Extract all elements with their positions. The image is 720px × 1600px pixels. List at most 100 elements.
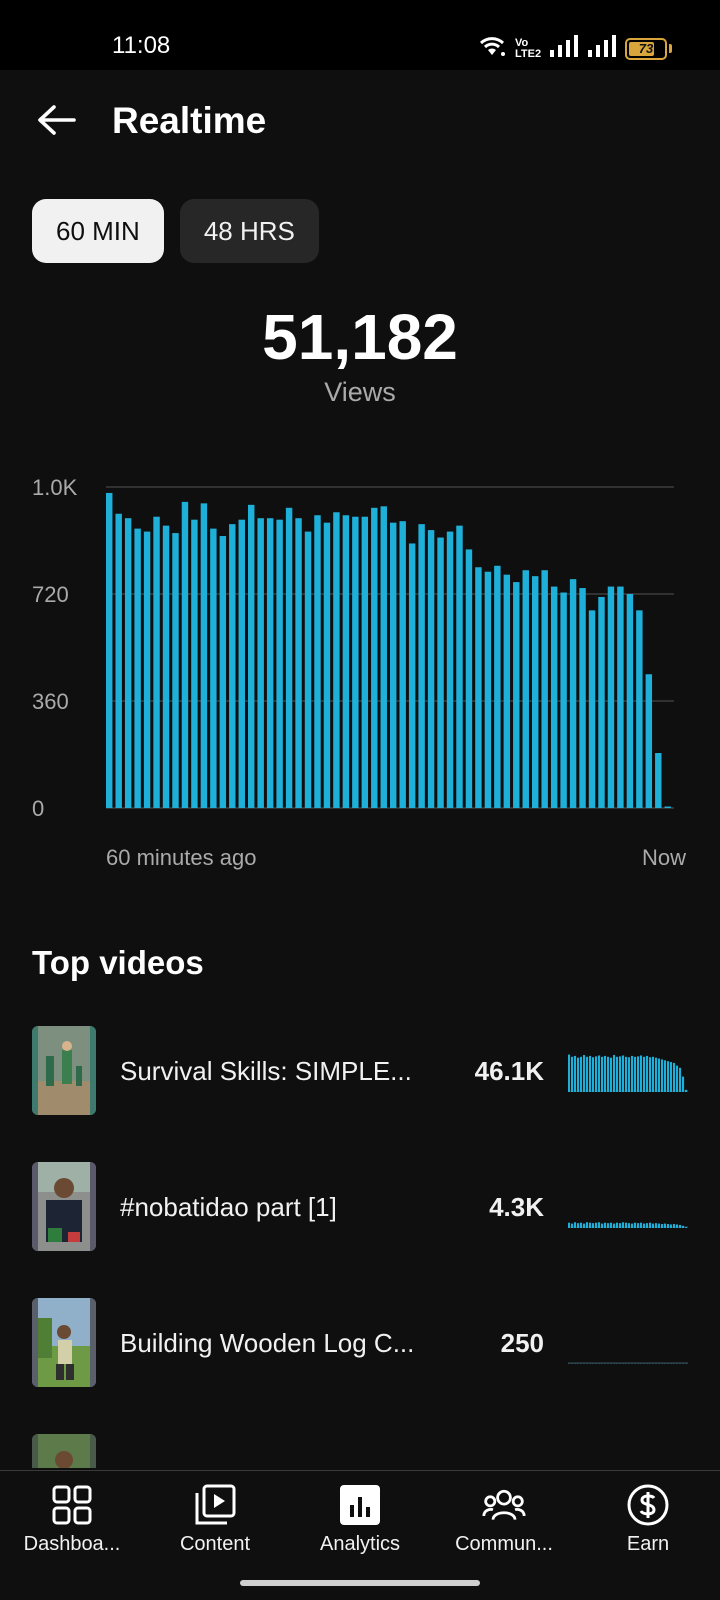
chart-bar[interactable] <box>191 519 198 808</box>
chart-bar[interactable] <box>352 516 359 808</box>
nav-label: Dashboa... <box>23 1533 121 1555</box>
chart-bar[interactable] <box>153 516 160 808</box>
sparkline-bar <box>625 1222 628 1228</box>
chart-bar[interactable] <box>664 806 671 808</box>
chart-bar[interactable] <box>475 567 482 808</box>
sparkline-bar <box>667 1224 670 1228</box>
chart-bar[interactable] <box>418 524 425 808</box>
sparkline-bar <box>664 1060 667 1092</box>
back-button[interactable] <box>30 94 82 146</box>
chart-bar[interactable] <box>219 536 227 808</box>
volte-icon: Vo LTE2 <box>515 37 541 60</box>
chart-bar[interactable] <box>465 549 473 808</box>
sparkline-bar <box>595 1222 598 1228</box>
video-views: 250 <box>500 1328 544 1358</box>
status-time: 11:08 <box>112 32 171 59</box>
video-row[interactable]: Survival Skills: SIMPLE... 46.1K <box>0 1026 720 1116</box>
chart-bar[interactable] <box>200 503 208 808</box>
page-title: Realtime <box>112 100 267 141</box>
sparkline-bar <box>640 1055 643 1092</box>
chart-bar[interactable] <box>437 537 444 808</box>
sparkline-bar <box>601 1363 604 1364</box>
chart-bar[interactable] <box>446 531 454 808</box>
chart-bar[interactable] <box>390 522 397 808</box>
video-row[interactable]: ... ... <box>0 1434 720 1468</box>
nav-item-earn[interactable]: Earn <box>583 1483 713 1563</box>
nav-item-dashboard[interactable]: Dashboa... <box>7 1483 137 1563</box>
chart-bar[interactable] <box>503 574 511 808</box>
chart-bar[interactable] <box>134 528 141 808</box>
nav-item-content[interactable]: Content <box>150 1483 280 1563</box>
chart-bar[interactable] <box>399 521 406 808</box>
nav-label: Content <box>179 1533 251 1555</box>
chart-bar[interactable] <box>229 524 236 808</box>
chart-bar[interactable] <box>588 610 596 808</box>
chart-bar[interactable] <box>513 582 520 808</box>
sparkline-bar <box>658 1363 661 1364</box>
chart-bar[interactable] <box>560 592 567 808</box>
chart-bar[interactable] <box>380 506 387 808</box>
chart-bar[interactable] <box>532 576 539 808</box>
chart-bar[interactable] <box>304 531 312 808</box>
chart-bar[interactable] <box>645 674 653 808</box>
chart-bar[interactable] <box>550 586 558 808</box>
chart-bar[interactable] <box>484 571 492 808</box>
chart-bar[interactable] <box>456 525 463 808</box>
sparkline-bar <box>676 1363 679 1364</box>
chart-bar[interactable] <box>494 565 501 808</box>
sparkline-bar <box>583 1055 586 1092</box>
chart-bar[interactable] <box>323 522 331 808</box>
chart-bar[interactable] <box>342 515 350 808</box>
chart-bar[interactable] <box>626 594 634 808</box>
video-row[interactable]: Building Wooden Log C... 250 <box>0 1298 720 1388</box>
chart-bar[interactable] <box>607 586 615 808</box>
sparkline-bar <box>685 1227 688 1228</box>
home-indicator[interactable] <box>240 1580 480 1586</box>
chart-bar[interactable] <box>371 507 378 808</box>
video-title: ... <box>120 1464 420 1468</box>
chart-bar[interactable] <box>655 753 662 808</box>
chart-bar[interactable] <box>408 543 416 808</box>
chart-bar[interactable] <box>285 507 293 808</box>
sparkline-bar <box>589 1055 592 1092</box>
sparkline-bar <box>571 1056 574 1092</box>
chart-bar[interactable] <box>427 530 435 808</box>
sparkline-bar <box>592 1363 595 1364</box>
chart-bar[interactable] <box>106 492 113 808</box>
chart-bar[interactable] <box>162 525 170 808</box>
chart-bar[interactable] <box>124 518 132 808</box>
chart-bar[interactable] <box>636 610 643 808</box>
chart-bar[interactable] <box>115 513 122 808</box>
sparkline-bar <box>649 1057 652 1092</box>
chart-bar[interactable] <box>598 596 605 808</box>
chip-60-min[interactable]: 60 MIN <box>32 199 164 263</box>
sparkline-bar <box>685 1089 688 1092</box>
chart-bar[interactable] <box>181 501 189 808</box>
chart-bar[interactable] <box>361 516 369 808</box>
video-row[interactable]: #nobatidao part [1] 4.3K <box>0 1162 720 1252</box>
chart-bar[interactable] <box>172 533 179 808</box>
chart-bar[interactable] <box>266 518 274 808</box>
chip-48-hrs[interactable]: 48 HRS <box>179 199 319 263</box>
video-views: 46.1K <box>474 1056 544 1086</box>
nav-item-community[interactable]: Commun... <box>439 1483 569 1563</box>
chart-bar[interactable] <box>314 515 321 808</box>
chart-bar[interactable] <box>210 528 217 808</box>
chart-bar[interactable] <box>569 579 577 808</box>
nav-item-analytics[interactable]: Analytics <box>295 1483 425 1563</box>
sparkline-bar <box>589 1363 592 1364</box>
chart-bar[interactable] <box>248 504 255 808</box>
sparkline-bar <box>601 1056 604 1092</box>
chart-bar[interactable] <box>143 531 151 808</box>
chart-bar[interactable] <box>541 570 548 808</box>
chart-bar[interactable] <box>295 518 302 808</box>
chart-bar[interactable] <box>617 586 624 808</box>
y-tick-label: 360 <box>32 689 69 714</box>
chart-bar[interactable] <box>522 570 529 808</box>
sparkline-bar <box>679 1067 682 1092</box>
chart-bar[interactable] <box>238 519 245 808</box>
chart-bar[interactable] <box>333 512 340 808</box>
chart-bar[interactable] <box>257 518 264 808</box>
chart-bar[interactable] <box>579 588 586 808</box>
chart-bar[interactable] <box>276 519 283 808</box>
